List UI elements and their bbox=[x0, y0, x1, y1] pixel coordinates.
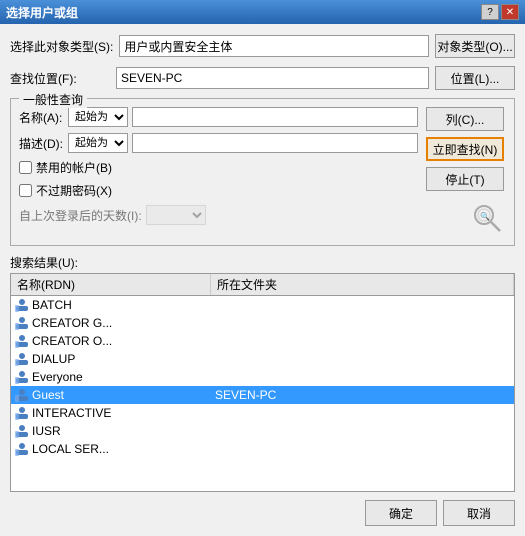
name-query-label: 名称(A): bbox=[19, 109, 64, 126]
result-name-text: CREATOR O... bbox=[32, 334, 112, 348]
search-icon: 🔍 bbox=[470, 201, 506, 237]
general-query-content: 名称(A): 起始为 描述(D): 起始为 禁 bbox=[19, 107, 506, 237]
location-row: 查找位置(F): SEVEN-PC 位置(L)... bbox=[10, 66, 515, 90]
query-left: 名称(A): 起始为 描述(D): 起始为 禁 bbox=[19, 107, 418, 237]
location-label: 查找位置(F): bbox=[10, 70, 110, 87]
result-folder-cell bbox=[211, 340, 514, 342]
results-table: 名称(RDN) 所在文件夹 BATCH CREATOR G... CREATOR… bbox=[10, 273, 515, 492]
result-folder-cell bbox=[211, 430, 514, 432]
disabled-account-label: 禁用的帐户(B) bbox=[36, 159, 112, 176]
location-value: SEVEN-PC bbox=[116, 67, 429, 89]
object-type-label: 选择此对象类型(S): bbox=[10, 38, 113, 55]
result-folder-cell bbox=[211, 304, 514, 306]
table-row[interactable]: Guest SEVEN-PC bbox=[11, 386, 514, 404]
result-folder-cell bbox=[211, 376, 514, 378]
location-button[interactable]: 位置(L)... bbox=[435, 66, 515, 90]
search-icon-area: 🔍 bbox=[426, 201, 506, 237]
table-row[interactable]: CREATOR G... bbox=[11, 314, 514, 332]
close-button[interactable]: ✕ bbox=[501, 4, 519, 20]
name-query-input[interactable] bbox=[132, 107, 418, 127]
result-name-text: IUSR bbox=[32, 424, 61, 438]
table-row[interactable]: LOCAL SER... bbox=[11, 440, 514, 458]
title-bar: 选择用户或组 ? ✕ bbox=[0, 0, 525, 24]
desc-query-select[interactable]: 起始为 bbox=[68, 133, 128, 153]
disabled-account-row: 禁用的帐户(B) bbox=[19, 159, 418, 176]
col-folder-header: 所在文件夹 bbox=[211, 274, 514, 295]
disabled-account-checkbox[interactable] bbox=[19, 161, 32, 174]
user-icon bbox=[15, 316, 29, 330]
table-row[interactable]: IUSR bbox=[11, 422, 514, 440]
user-icon bbox=[15, 370, 29, 384]
col-name-header: 名称(RDN) bbox=[11, 274, 211, 295]
result-name-cell: CREATOR O... bbox=[11, 333, 211, 349]
cancel-button[interactable]: 取消 bbox=[443, 500, 515, 526]
days-label: 自上次登录后的天数(I): bbox=[19, 207, 142, 224]
desc-query-input[interactable] bbox=[132, 133, 418, 153]
table-row[interactable]: DIALUP bbox=[11, 350, 514, 368]
table-row[interactable]: INTERACTIVE bbox=[11, 404, 514, 422]
result-name-text: BATCH bbox=[32, 298, 72, 312]
result-name-cell: DIALUP bbox=[11, 351, 211, 367]
results-label: 搜索结果(U): bbox=[10, 254, 515, 271]
result-name-cell: CREATOR G... bbox=[11, 315, 211, 331]
column-button[interactable]: 列(C)... bbox=[426, 107, 504, 131]
result-name-text: LOCAL SER... bbox=[32, 442, 109, 456]
help-button[interactable]: ? bbox=[481, 4, 499, 20]
object-type-row: 选择此对象类型(S): 用户或内置安全主体 对象类型(O)... bbox=[10, 34, 515, 58]
find-now-button[interactable]: 立即查找(N) bbox=[426, 137, 504, 161]
desc-query-label: 描述(D): bbox=[19, 135, 64, 152]
result-folder-cell bbox=[211, 412, 514, 414]
user-icon bbox=[15, 298, 29, 312]
general-query-group: 一般性查询 名称(A): 起始为 描述(D): 起始为 bbox=[10, 98, 515, 246]
table-row[interactable]: CREATOR O... bbox=[11, 332, 514, 350]
user-icon bbox=[15, 424, 29, 438]
name-query-select[interactable]: 起始为 bbox=[68, 107, 128, 127]
result-folder-cell bbox=[211, 448, 514, 450]
result-name-text: INTERACTIVE bbox=[32, 406, 111, 420]
results-section: 搜索结果(U): 名称(RDN) 所在文件夹 BATCH CREATOR G..… bbox=[10, 254, 515, 492]
no-expire-row: 不过期密码(X) bbox=[19, 182, 418, 199]
result-name-text: CREATOR G... bbox=[32, 316, 112, 330]
user-icon bbox=[15, 442, 29, 456]
title-bar-text: 选择用户或组 bbox=[6, 4, 78, 21]
result-folder-cell bbox=[211, 322, 514, 324]
user-icon bbox=[15, 388, 29, 402]
desc-query-row: 描述(D): 起始为 bbox=[19, 133, 418, 153]
query-right: 列(C)... 立即查找(N) 停止(T) 🔍 bbox=[426, 107, 506, 237]
group-box-title: 一般性查询 bbox=[19, 91, 87, 108]
result-name-cell: INTERACTIVE bbox=[11, 405, 211, 421]
user-icon bbox=[15, 406, 29, 420]
result-name-cell: LOCAL SER... bbox=[11, 441, 211, 457]
bottom-buttons: 确定 取消 bbox=[10, 500, 515, 526]
user-icon bbox=[15, 334, 29, 348]
object-type-value: 用户或内置安全主体 bbox=[119, 35, 429, 57]
results-header: 名称(RDN) 所在文件夹 bbox=[11, 274, 514, 296]
svg-text:🔍: 🔍 bbox=[480, 211, 490, 221]
name-query-row: 名称(A): 起始为 bbox=[19, 107, 418, 127]
title-bar-controls: ? ✕ bbox=[481, 4, 519, 20]
results-body[interactable]: BATCH CREATOR G... CREATOR O... DIALUP E… bbox=[11, 296, 514, 491]
result-name-cell: Everyone bbox=[11, 369, 211, 385]
result-name-text: Guest bbox=[32, 388, 64, 402]
result-name-cell: Guest bbox=[11, 387, 211, 403]
result-name-text: Everyone bbox=[32, 370, 83, 384]
result-name-cell: BATCH bbox=[11, 297, 211, 313]
dialog-body: 选择此对象类型(S): 用户或内置安全主体 对象类型(O)... 查找位置(F)… bbox=[0, 24, 525, 536]
stop-button[interactable]: 停止(T) bbox=[426, 167, 504, 191]
object-type-button[interactable]: 对象类型(O)... bbox=[435, 34, 515, 58]
days-row: 自上次登录后的天数(I): bbox=[19, 205, 418, 225]
result-name-text: DIALUP bbox=[32, 352, 75, 366]
days-select[interactable] bbox=[146, 205, 206, 225]
result-folder-cell: SEVEN-PC bbox=[211, 387, 514, 403]
no-expire-checkbox[interactable] bbox=[19, 184, 32, 197]
result-folder-cell bbox=[211, 358, 514, 360]
table-row[interactable]: BATCH bbox=[11, 296, 514, 314]
no-expire-label: 不过期密码(X) bbox=[36, 182, 112, 199]
table-row[interactable]: Everyone bbox=[11, 368, 514, 386]
user-icon bbox=[15, 352, 29, 366]
result-name-cell: IUSR bbox=[11, 423, 211, 439]
ok-button[interactable]: 确定 bbox=[365, 500, 437, 526]
